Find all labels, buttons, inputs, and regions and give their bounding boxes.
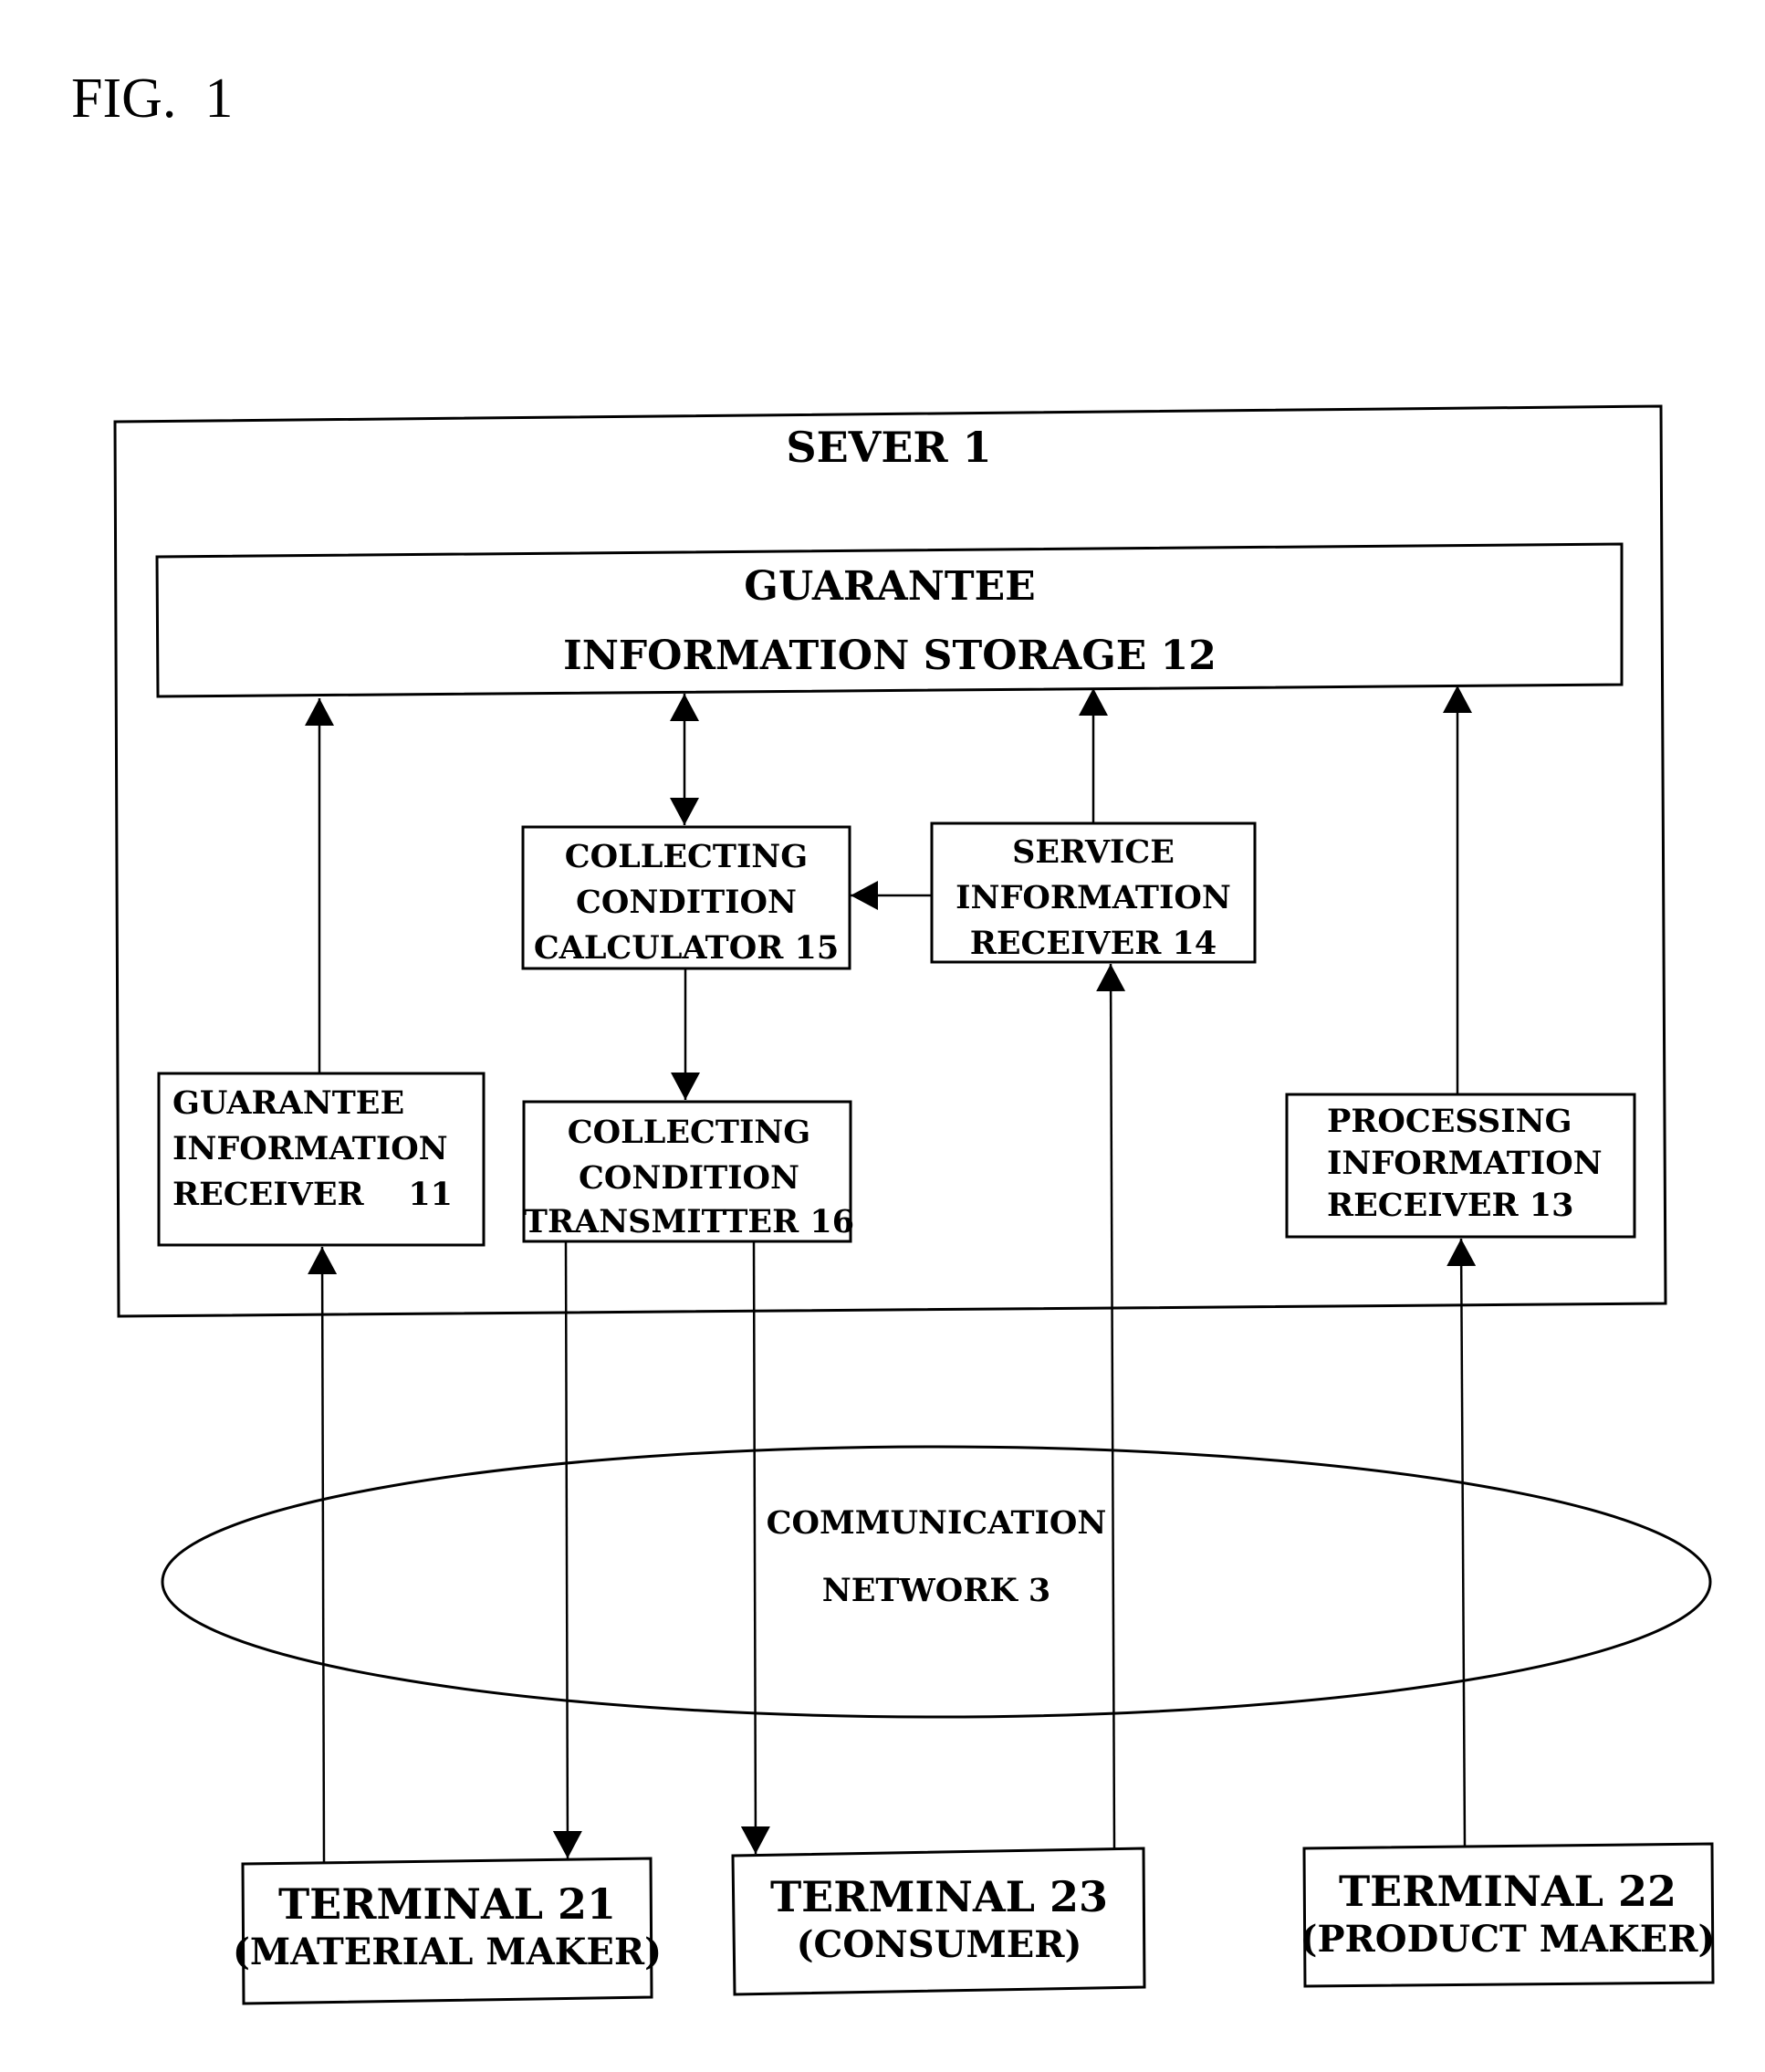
arrow-transmitter-to-terminal-21 — [552, 1240, 582, 1859]
service-receiver-box: SERVICE INFORMATION RECEIVER 14 — [930, 821, 1257, 964]
processing-receiver-line-3: RECEIVER 13 — [1327, 1187, 1573, 1224]
network-line-1: COMMUNICATION — [767, 1504, 1107, 1542]
figure-label: FIG. 1 — [71, 68, 233, 130]
terminal-22-line-1: TERMINAL 22 — [1339, 1867, 1676, 1916]
terminal-22-line-2: (PRODUCT MAKER) — [1300, 1918, 1716, 1961]
arrow-terminal-23-to-service-receiver — [1096, 963, 1126, 1850]
arrow-transmitter-to-terminal-23 — [740, 1240, 770, 1855]
guarantee-receiver-line-2: INFORMATION — [172, 1130, 448, 1167]
terminal-23-line-1: TERMINAL 23 — [770, 1872, 1108, 1921]
transmitter-box: COLLECTING CONDITION TRANSMITTER 16 — [522, 1100, 854, 1243]
calculator-box: COLLECTING CONDITION CALCULATOR 15 — [521, 825, 851, 970]
transmitter-line-1: COLLECTING — [568, 1114, 810, 1151]
calculator-line-1: COLLECTING — [565, 838, 808, 875]
terminal-21-box: TERMINAL 21 (MATERIAL MAKER) — [233, 1857, 662, 2005]
service-receiver-line-1: SERVICE — [1012, 833, 1175, 871]
system-diagram: FIG. 1 SEVER 1 GUARANTEE INFORMATION STO… — [71, 68, 1716, 2005]
transmitter-line-2: CONDITION — [579, 1159, 799, 1197]
calculator-line-3: CALCULATOR 15 — [534, 929, 839, 967]
storage-box: GUARANTEE INFORMATION STORAGE 12 — [155, 542, 1624, 698]
service-receiver-line-3: RECEIVER 14 — [970, 925, 1217, 962]
storage-line-1: GUARANTEE — [744, 563, 1035, 610]
network-line-2: NETWORK 3 — [822, 1572, 1051, 1609]
guarantee-receiver-line-1: GUARANTEE — [172, 1084, 404, 1122]
processing-receiver-line-2: INFORMATION — [1327, 1145, 1603, 1182]
terminal-21-line-2: (MATERIAL MAKER) — [233, 1931, 662, 1973]
calculator-line-2: CONDITION — [576, 884, 797, 921]
guarantee-receiver-box: GUARANTEE INFORMATION RECEIVER 11 — [157, 1072, 486, 1247]
arrow-terminal-22-to-processing-receiver — [1446, 1238, 1477, 1847]
processing-receiver-box: PROCESSING INFORMATION RECEIVER 13 — [1285, 1093, 1636, 1239]
processing-receiver-line-1: PROCESSING — [1327, 1103, 1572, 1140]
guarantee-receiver-line-3: RECEIVER 11 — [172, 1176, 453, 1213]
terminal-21-line-1: TERMINAL 21 — [278, 1879, 616, 1929]
storage-line-2: INFORMATION STORAGE 12 — [563, 633, 1217, 679]
service-receiver-line-2: INFORMATION — [956, 879, 1231, 916]
communication-network: COMMUNICATION NETWORK 3 — [161, 1445, 1712, 1719]
terminal-23-line-2: (CONSUMER) — [797, 1923, 1082, 1966]
arrow-terminal-21-to-guarantee-receiver — [308, 1246, 338, 1863]
server-title: SEVER 1 — [786, 423, 991, 472]
terminal-22-box: TERMINAL 22 (PRODUCT MAKER) — [1300, 1842, 1716, 1988]
terminal-23-box: TERMINAL 23 (CONSUMER) — [731, 1847, 1146, 1996]
transmitter-line-3: TRANSMITTER 16 — [524, 1203, 854, 1240]
